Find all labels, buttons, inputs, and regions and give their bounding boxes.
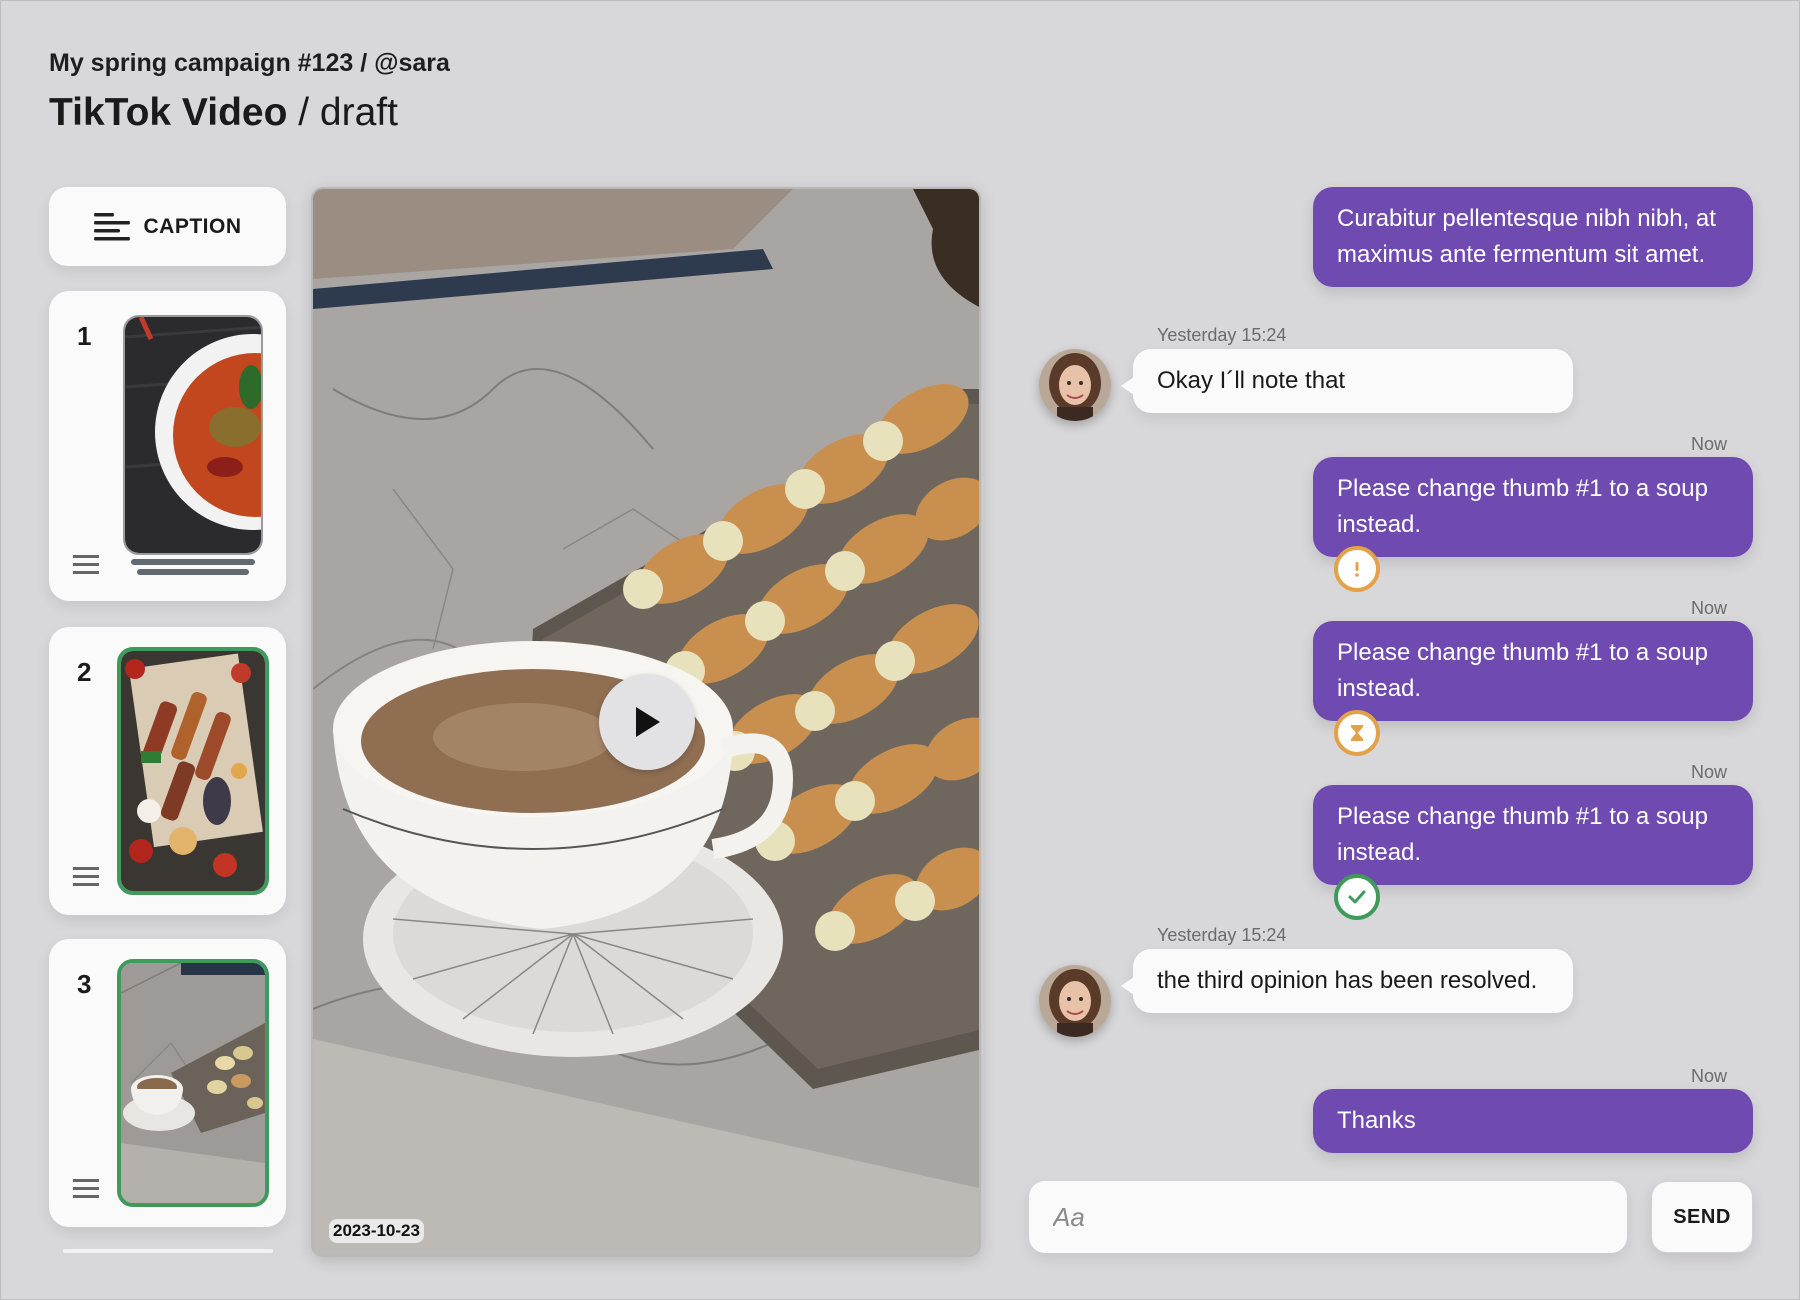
chat-message-outgoing: Thanks	[1313, 1089, 1753, 1153]
stack-indicator-2	[137, 569, 249, 575]
chat-message-outgoing: Please change thumb #1 to a soup instead…	[1313, 457, 1753, 557]
page-title: TikTok Video / draft	[49, 91, 398, 135]
caption-label: CAPTION	[143, 214, 242, 238]
breadcrumb: My spring campaign #123 / @sara	[49, 49, 450, 77]
drag-handle-icon[interactable]	[73, 1179, 99, 1204]
text-lines-icon	[93, 212, 130, 240]
message-timestamp: Yesterday 15:24	[1157, 325, 1287, 345]
thumb-card-4-peek	[63, 1249, 273, 1253]
check-icon	[1334, 874, 1380, 920]
message-timestamp: Now	[1691, 434, 1728, 454]
thumb-image-soup[interactable]	[123, 315, 263, 555]
send-button[interactable]: SEND	[1651, 1181, 1753, 1253]
video-date-badge: 2023-10-23	[329, 1219, 424, 1243]
chat-message-incoming: Okay I´ll note that	[1121, 349, 1573, 413]
thumb-image-coffee[interactable]	[117, 959, 269, 1207]
chat-message-outgoing: Please change thumb #1 to a soup instead…	[1313, 621, 1753, 721]
avatar	[1039, 349, 1111, 421]
message-timestamp: Yesterday 15:24	[1157, 925, 1287, 945]
play-button[interactable]	[599, 674, 695, 770]
thumb-number: 1	[77, 321, 92, 351]
caption-button[interactable]: CAPTION	[49, 187, 286, 266]
avatar	[1039, 965, 1111, 1037]
thumb-number: 2	[77, 657, 92, 687]
thumb-card-2[interactable]: 2	[49, 627, 286, 915]
page-title-main: TikTok Video	[49, 91, 288, 134]
drag-handle-icon[interactable]	[73, 555, 99, 580]
thumb-image-kebabs[interactable]	[117, 647, 269, 895]
message-timestamp: Now	[1691, 762, 1728, 782]
message-timestamp: Now	[1691, 1066, 1728, 1086]
message-timestamp: Now	[1691, 598, 1728, 618]
play-icon	[636, 707, 660, 737]
thumb-card-3[interactable]: 3	[49, 939, 286, 1227]
chat-message-outgoing: Curabitur pellentesque nibh nibh, at max…	[1313, 187, 1753, 287]
video-preview[interactable]: 2023-10-23	[311, 187, 981, 1257]
chat-message-outgoing: Please change thumb #1 to a soup instead…	[1313, 785, 1753, 885]
message-input[interactable]	[1029, 1181, 1627, 1253]
page-title-status: / draft	[287, 91, 398, 134]
warning-icon	[1334, 546, 1380, 592]
drag-handle-icon[interactable]	[73, 867, 99, 892]
chat-message-incoming: the third opinion has been resolved.	[1121, 949, 1573, 1013]
stack-indicator	[131, 559, 255, 565]
thumb-card-1[interactable]: 1	[49, 291, 286, 601]
hourglass-icon	[1334, 710, 1380, 756]
thumb-number: 3	[77, 969, 92, 999]
